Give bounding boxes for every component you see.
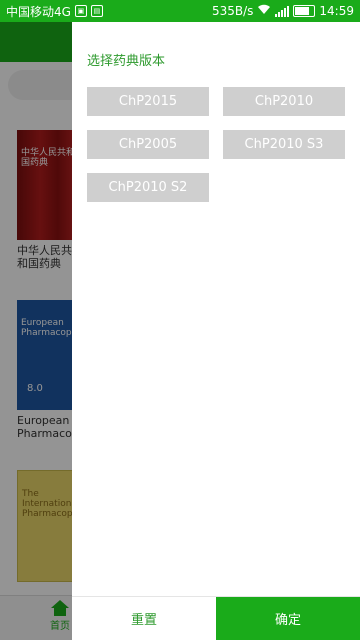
version-option-chp2010-s3[interactable]: ChP2010 S3: [223, 130, 345, 159]
version-filter-drawer: 选择药典版本 ChP2015 ChP2010 ChP2005 ChP2010 S…: [72, 22, 360, 640]
status-bar-left: 中国移动4G ▣ ▤: [6, 3, 103, 20]
battery-icon: [293, 5, 316, 17]
confirm-button[interactable]: 确定: [216, 597, 360, 640]
reset-button[interactable]: 重置: [72, 597, 216, 640]
version-option-chp2010[interactable]: ChP2010: [223, 87, 345, 116]
status-bar: 中国移动4G ▣ ▤ 535B/s 14:59: [0, 0, 360, 22]
version-option-chp2005[interactable]: ChP2005: [87, 130, 209, 159]
notification-icon: ▣: [74, 5, 87, 17]
drawer-title: 选择药典版本: [87, 54, 166, 69]
drawer-footer: 重置 确定: [72, 596, 360, 640]
gallery-icon: ▤: [90, 5, 103, 17]
network-speed: 535B/s: [211, 4, 254, 18]
wifi-icon: [257, 4, 271, 18]
version-option-chp2015[interactable]: ChP2015: [87, 87, 209, 116]
carrier-label: 中国移动4G: [6, 4, 71, 19]
clock: 14:59: [319, 4, 354, 18]
signal-icon: [275, 5, 290, 17]
status-bar-right: 535B/s 14:59: [212, 4, 354, 18]
version-options: ChP2015 ChP2010 ChP2005 ChP2010 S3 ChP20…: [87, 87, 345, 202]
version-option-chp2010-s2[interactable]: ChP2010 S2: [87, 173, 209, 202]
